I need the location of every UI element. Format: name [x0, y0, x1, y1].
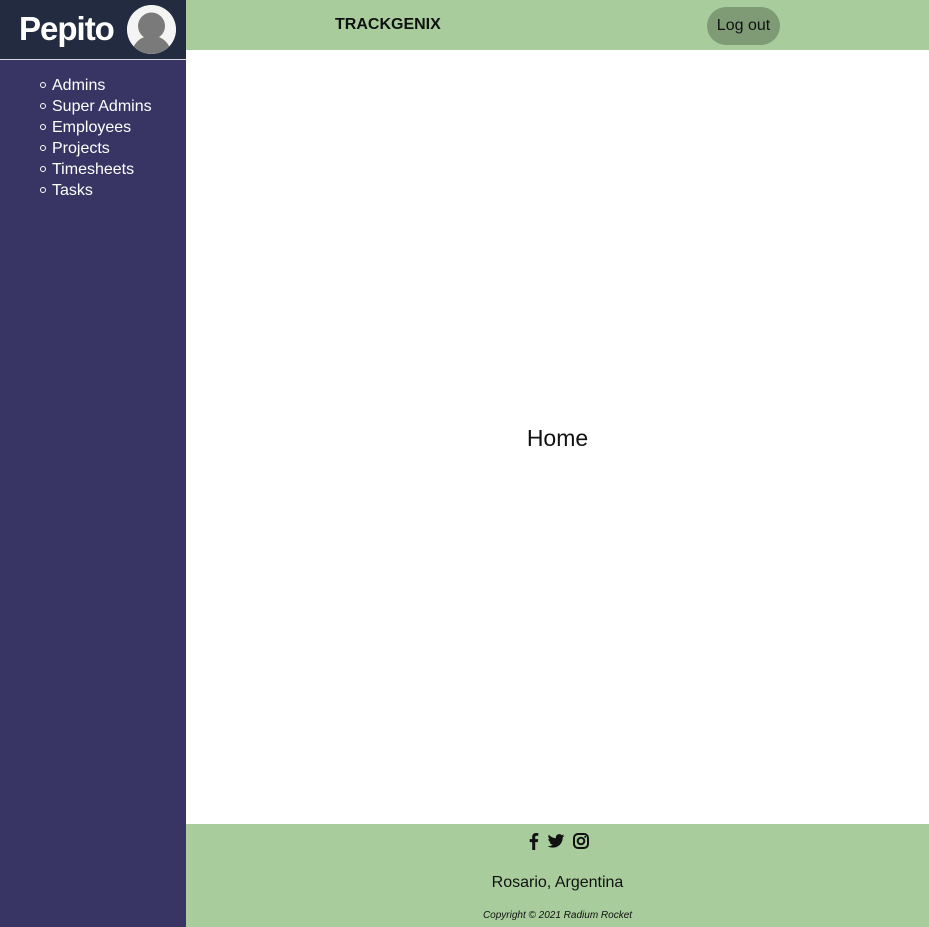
- social-links: [525, 832, 591, 852]
- list-bullet-icon: [40, 187, 46, 193]
- facebook-icon[interactable]: [525, 832, 543, 850]
- list-bullet-icon: [40, 82, 46, 88]
- list-bullet-icon: [40, 124, 46, 130]
- sidebar-profile-header: Pepito: [0, 0, 186, 60]
- sidebar-item-admins[interactable]: Admins: [0, 75, 186, 96]
- page-title: Home: [526, 425, 589, 451]
- sidebar-item-timesheets[interactable]: Timesheets: [0, 159, 186, 180]
- main-content: Home: [186, 50, 929, 824]
- footer: Rosario, Argentina Copyright © 2021 Radi…: [186, 824, 929, 927]
- app-brand: TRACKGENIX: [335, 16, 441, 33]
- sidebar-item-tasks[interactable]: Tasks: [0, 180, 186, 201]
- sidebar-item-label: Tasks: [52, 182, 93, 199]
- footer-location: Rosario, Argentina: [491, 874, 624, 891]
- list-bullet-icon: [40, 166, 46, 172]
- sidebar-item-label: Employees: [52, 119, 132, 136]
- sidebar-item-label: Timesheets: [52, 161, 135, 178]
- user-avatar-icon: [127, 5, 176, 54]
- sidebar-item-label: Super Admins: [52, 98, 152, 115]
- list-bullet-icon: [40, 145, 46, 151]
- sidebar-item-projects[interactable]: Projects: [0, 138, 186, 159]
- footer-copyright: Copyright © 2021 Radium Rocket: [482, 910, 633, 921]
- twitter-icon[interactable]: [547, 832, 566, 850]
- sidebar-item-label: Admins: [52, 77, 106, 94]
- logout-button[interactable]: Log out: [707, 7, 780, 45]
- instagram-icon[interactable]: [572, 832, 590, 850]
- list-bullet-icon: [40, 103, 46, 109]
- sidebar-item-super-admins[interactable]: Super Admins: [0, 96, 186, 117]
- sidebar-item-employees[interactable]: Employees: [0, 117, 186, 138]
- sidebar-navigation: Admins Super Admins Employees Projects T…: [0, 75, 186, 201]
- sidebar-item-label: Projects: [52, 140, 110, 157]
- sidebar: Pepito Admins Super Admins Employees Pro…: [0, 0, 186, 927]
- top-header: TRACKGENIX Log out: [186, 0, 929, 50]
- app-window: Pepito Admins Super Admins Employees Pro…: [0, 0, 929, 927]
- user-name: Pepito: [19, 10, 115, 47]
